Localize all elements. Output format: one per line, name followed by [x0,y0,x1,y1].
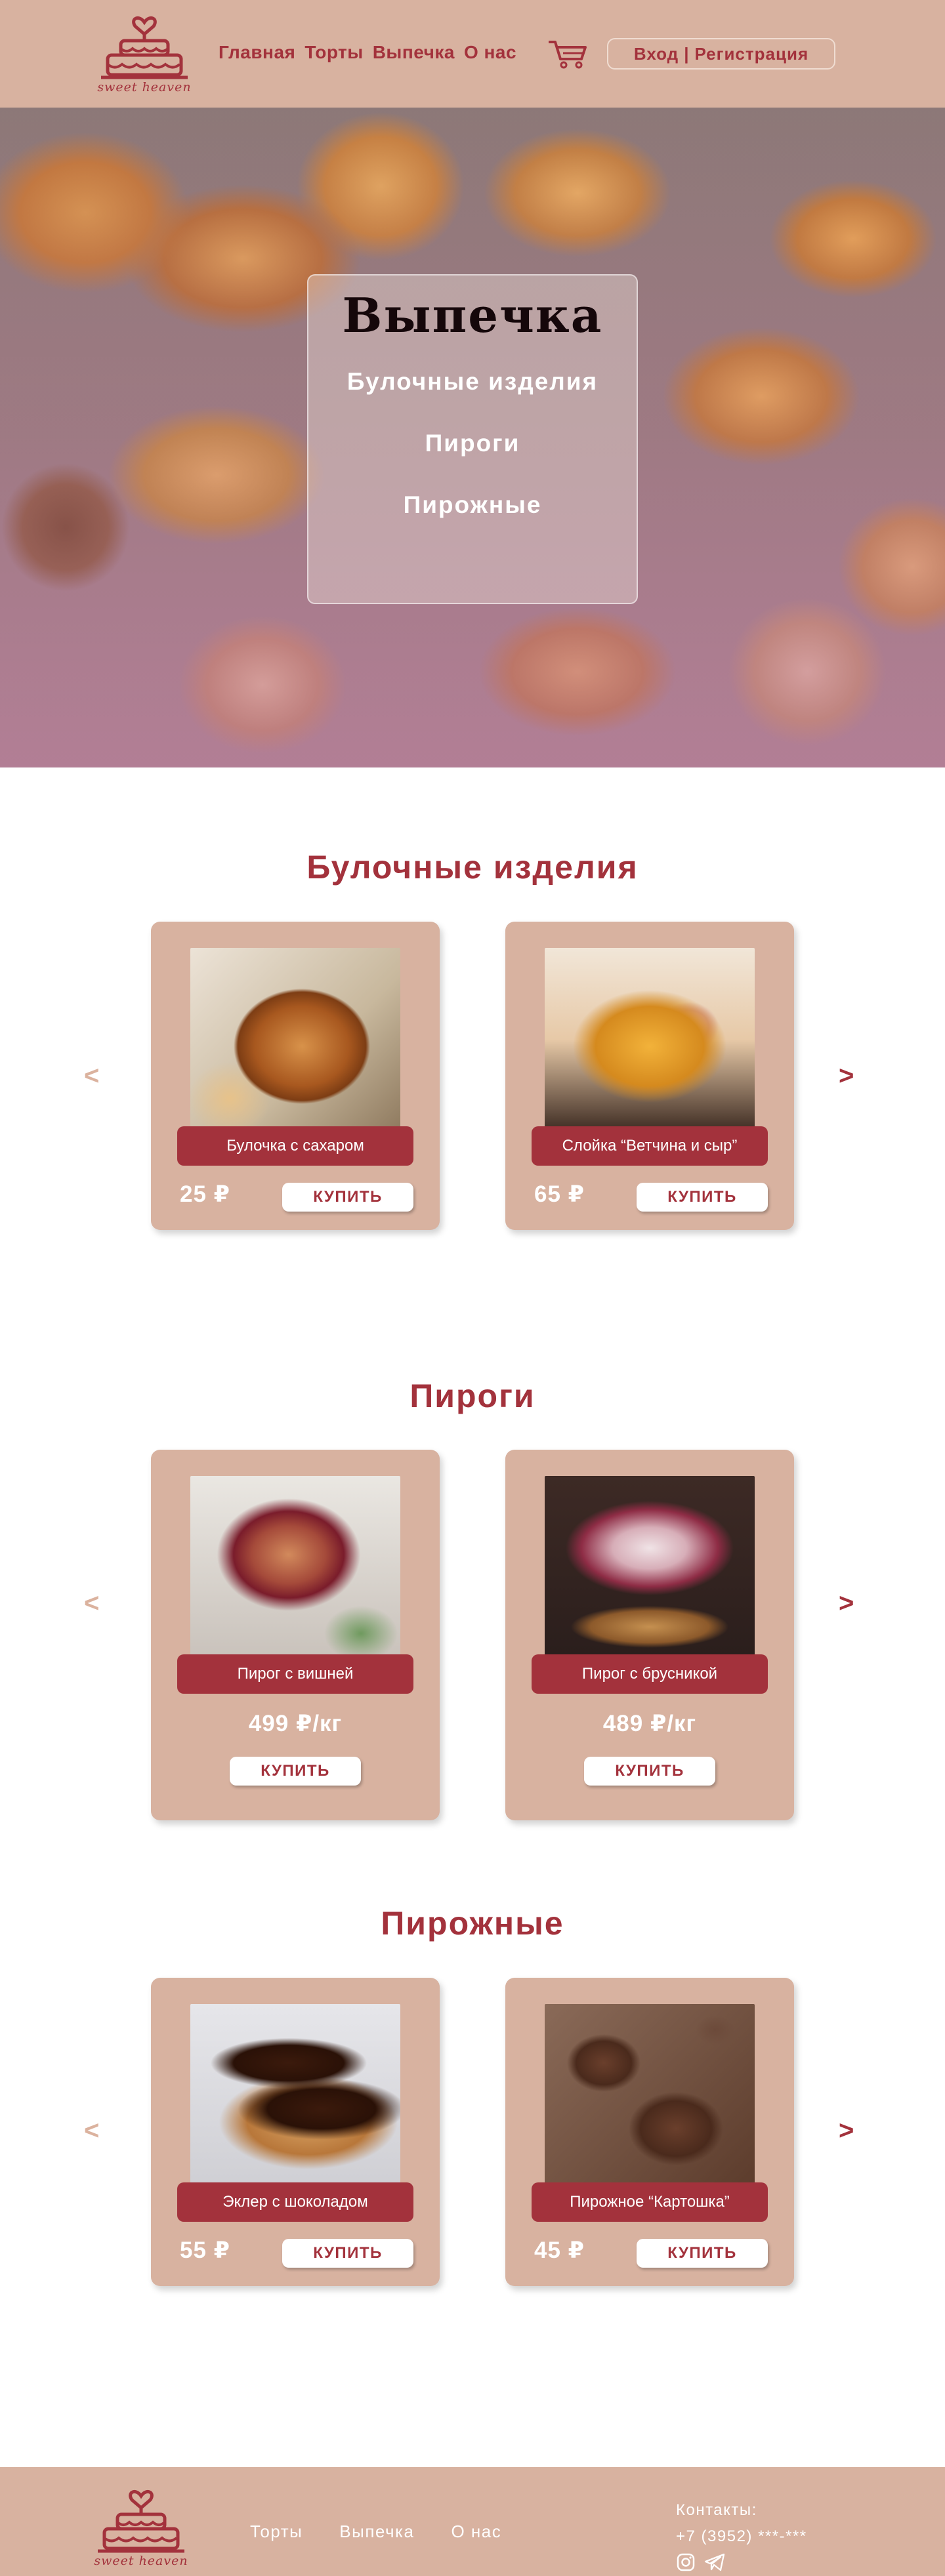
product-name: Эклер с шоколадом [177,2182,413,2222]
hero-banner: Выпечка Булочные изделия Пироги Пирожные [0,108,945,767]
login-link[interactable]: Вход [634,44,679,64]
site-footer: sweet heaven Торты Выпечка О нас Контакт… [0,2467,945,2576]
auth-separator: | [684,43,690,64]
product-name: Пирог с брусникой [532,1654,768,1694]
hero-title: Выпечка [342,287,603,343]
buy-button[interactable]: КУПИТЬ [637,1183,768,1212]
auth-box: Вход | Регистрация [607,38,835,70]
sugar-bun-photo [190,948,400,1132]
nav-pastry[interactable]: Выпечка [373,42,455,63]
product-card: Булочка с сахаром 25 ₽ КУПИТЬ [151,922,440,1230]
telegram-icon[interactable] [704,2552,726,2575]
product-card: Слойка “Ветчина и сыр” 65 ₽ КУПИТЬ [505,922,794,1230]
product-price: 499 ₽/кг [248,1711,343,1736]
product-name: Булочка с сахаром [177,1126,413,1166]
hero-link-buns[interactable]: Булочные изделия [347,368,598,396]
section-title-pies: Пироги [410,1378,536,1414]
buns-next-arrow[interactable]: > [839,1061,854,1091]
section-title-cakes: Пирожные [381,1905,564,1942]
product-card: Пирог с брусникой 489 ₽/кг КУПИТЬ [505,1450,794,1820]
buy-button[interactable]: КУПИТЬ [230,1757,361,1786]
product-name: Пирог с вишней [177,1654,413,1694]
pies-next-arrow[interactable]: > [839,1589,854,1618]
product-price: 65 ₽ [534,1181,585,1207]
lingonberry-pie-photo [545,1476,755,1660]
hero-link-cakes[interactable]: Пирожные [404,491,542,519]
product-price: 489 ₽/кг [602,1711,697,1736]
product-price: 25 ₽ [180,1181,231,1207]
footer-nav-cakes[interactable]: Торты [250,2522,303,2542]
cart-icon[interactable] [546,38,589,70]
contacts-block: Контакты: +7 (3952) ***-*** [676,2501,807,2575]
hero-link-pies[interactable]: Пироги [425,430,520,457]
chocolate-eclair-photo [190,2004,400,2188]
logo-text: sweet heaven [97,80,192,94]
footer-nav: Торты Выпечка О нас [250,2522,501,2542]
kartoshka-cake-photo [545,2004,755,2188]
footer-logo[interactable]: sweet heaven [85,2483,197,2575]
product-card: Пирожное “Картошка” 45 ₽ КУПИТЬ [505,1978,794,2286]
social-links [676,2552,807,2575]
product-name: Пирожное “Картошка” [532,2182,768,2222]
nav-home[interactable]: Главная [219,42,295,63]
instagram-icon[interactable] [676,2552,696,2575]
buy-button[interactable]: КУПИТЬ [584,1757,715,1786]
buy-button[interactable]: КУПИТЬ [282,1183,413,1212]
pies-prev-arrow[interactable]: < [84,1589,99,1618]
logo-text: sweet heaven [94,2554,188,2568]
footer-nav-about[interactable]: О нас [451,2522,501,2542]
register-link[interactable]: Регистрация [694,44,808,64]
buy-button[interactable]: КУПИТЬ [282,2239,413,2268]
section-title-buns: Булочные изделия [306,849,639,886]
product-card: Эклер с шоколадом 55 ₽ КУПИТЬ [151,1978,440,2286]
cake-logo-icon [101,16,188,79]
contacts-label: Контакты: [676,2501,757,2519]
header-logo[interactable]: sweet heaven [89,9,200,101]
cakes-next-arrow[interactable]: > [839,2116,854,2146]
site-header: sweet heaven Главная Торты Выпечка О нас… [0,0,945,108]
main-nav: Главная Торты Выпечка О нас [219,42,516,63]
cakes-prev-arrow[interactable]: < [84,2116,99,2146]
hero-category-panel: Выпечка Булочные изделия Пироги Пирожные [307,274,638,604]
buy-button[interactable]: КУПИТЬ [637,2239,768,2268]
nav-about[interactable]: О нас [464,42,516,63]
cake-logo-icon [98,2490,184,2553]
ham-cheese-puff-photo [545,948,755,1132]
product-card: Пирог с вишней 499 ₽/кг КУПИТЬ [151,1450,440,1820]
product-name: Слойка “Ветчина и сыр” [532,1126,768,1166]
nav-cakes[interactable]: Торты [304,42,363,63]
footer-nav-pastry[interactable]: Выпечка [339,2522,414,2542]
buns-prev-arrow[interactable]: < [84,1061,99,1091]
product-price: 55 ₽ [180,2238,231,2263]
phone-number[interactable]: +7 (3952) ***-*** [676,2527,807,2546]
cherry-pie-photo [190,1476,400,1660]
product-price: 45 ₽ [534,2238,585,2263]
